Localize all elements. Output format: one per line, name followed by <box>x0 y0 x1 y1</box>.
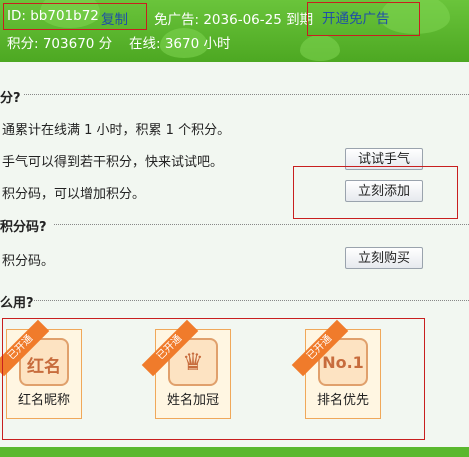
highlight-box-privileges <box>2 318 425 440</box>
section-divider <box>30 300 469 301</box>
highlight-box-id <box>3 3 147 30</box>
section-title-uses: 么用? <box>0 296 34 311</box>
highlight-box-add-now <box>293 166 458 219</box>
buy-code-text: 积分码。 <box>2 254 55 269</box>
earn-online-text: 通累计在线满 1 小时，积累 1 个积分。 <box>2 123 231 138</box>
section-title-earn: 分? <box>0 91 21 106</box>
ad-free-expiry: 免广告: 2036-06-25 到期 <box>154 12 314 28</box>
buy-now-button[interactable]: 立刻购买 <box>345 247 423 269</box>
leaf-decoration <box>300 35 340 61</box>
earn-luck-text: 手气可以得到若干积分，快来试试吧。 <box>2 155 224 170</box>
earn-code-text: 积分码，可以增加积分。 <box>2 187 146 202</box>
section-divider <box>24 94 469 95</box>
online-hours: 在线: 3670 小时 <box>129 36 231 52</box>
bottom-bar <box>0 447 469 457</box>
section-divider <box>54 224 469 225</box>
section-title-buy: 积分码? <box>0 220 47 235</box>
highlight-box-ad-free <box>307 2 420 36</box>
points-balance: 积分: 703670 分 <box>7 36 113 52</box>
